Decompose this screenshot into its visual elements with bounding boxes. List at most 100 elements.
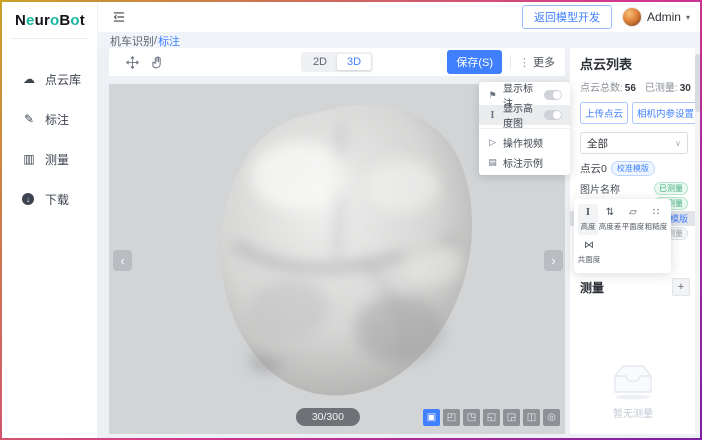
tool-label: 高度 bbox=[581, 221, 596, 232]
menu-item-tutorial-video[interactable]: ▷ 操作视频 bbox=[479, 132, 570, 152]
cloud-icon: ☁ bbox=[22, 72, 36, 86]
sidebar-item-pointcloud-library[interactable]: ☁ 点云库 bbox=[2, 59, 97, 99]
toolbar-right: 保存(S) ⋮ 更多 bbox=[447, 50, 559, 74]
chevron-left-icon: ‹ bbox=[120, 253, 124, 268]
view-preset-strip: ▣ ◰ ◳ ◱ ◲ ◫ ◎ bbox=[423, 409, 560, 426]
sidebar-item-label: 下载 bbox=[45, 191, 69, 208]
empty-state-text: 暂无测量 bbox=[613, 405, 653, 420]
pan-move-icon[interactable] bbox=[125, 55, 140, 70]
filter-select[interactable]: 全部 ∨ bbox=[580, 132, 688, 154]
neurobot-app: NeuroBot ☁ 点云库 ✎ 标注 ▥ 测量 ↓ 下载 bbox=[2, 2, 700, 438]
user-menu[interactable]: Admin ▾ bbox=[622, 7, 690, 27]
view-back-button[interactable]: ◳ bbox=[463, 409, 480, 426]
tool-label: 粗糙度 bbox=[645, 221, 668, 232]
hand-grab-icon[interactable] bbox=[150, 55, 165, 70]
pointcloud-group[interactable]: 点云0 校准模版 bbox=[580, 161, 688, 176]
view-top-button[interactable]: ◫ bbox=[523, 409, 540, 426]
empty-state: 暂无测量 bbox=[570, 361, 696, 420]
toggle-knob bbox=[553, 111, 561, 119]
menu-fold-icon[interactable] bbox=[112, 10, 126, 24]
group-name: 点云0 bbox=[580, 161, 607, 176]
logo-segment: t bbox=[80, 12, 85, 29]
image-icon: ▤ bbox=[487, 157, 498, 168]
add-measure-button[interactable]: + bbox=[672, 278, 690, 296]
prev-frame-button[interactable]: ‹ bbox=[113, 250, 132, 271]
image-name: 图片名称 bbox=[580, 181, 620, 196]
logo-segment: B bbox=[59, 12, 70, 29]
tooth-mesh[interactable] bbox=[194, 94, 494, 414]
tool-roughness[interactable]: ∷ 粗糙度 bbox=[645, 204, 667, 235]
sidebar-item-label: 标注 bbox=[45, 111, 69, 128]
view-reset-button[interactable]: ◎ bbox=[543, 409, 560, 426]
view-front-button[interactable]: ◰ bbox=[443, 409, 460, 426]
camera-intrinsics-button[interactable]: 相机内参设置 bbox=[632, 102, 699, 124]
app-logo: NeuroBot bbox=[2, 2, 97, 29]
user-name: Admin bbox=[647, 10, 681, 24]
more-button[interactable]: ⋮ 更多 bbox=[519, 54, 559, 70]
roughness-icon: ∷ bbox=[653, 207, 659, 219]
list-item[interactable]: 图片名称 已测量 bbox=[580, 181, 688, 196]
target-icon: ◎ bbox=[547, 412, 556, 423]
tool-label: 共面度 bbox=[578, 254, 601, 265]
panel-buttons: 上传点云 相机内参设置 bbox=[580, 102, 688, 124]
cube-wire-icon: ◫ bbox=[527, 412, 536, 423]
sidebar-item-measure[interactable]: ▥ 测量 bbox=[2, 139, 97, 179]
caret-down-icon: ▾ bbox=[686, 13, 690, 22]
show-heightmap-toggle[interactable] bbox=[544, 110, 562, 120]
toolbar-divider bbox=[510, 55, 511, 69]
frame-pager: 30/300 bbox=[296, 408, 360, 426]
view-left-button[interactable]: ◱ bbox=[483, 409, 500, 426]
scrollbar-thumb[interactable] bbox=[695, 54, 700, 112]
next-frame-button[interactable]: › bbox=[544, 250, 563, 271]
topbar-right: 返回模型开发 Admin ▾ bbox=[522, 5, 690, 29]
chevron-down-icon: ∨ bbox=[675, 139, 681, 148]
show-annotation-toggle[interactable] bbox=[544, 90, 562, 100]
coplanarity-icon: ⋈ bbox=[584, 240, 594, 252]
canvas-toolbar: 2D 3D 保存(S) ⋮ 更多 bbox=[109, 48, 565, 76]
back-to-model-dev-button[interactable]: 返回模型开发 bbox=[522, 5, 612, 29]
breadcrumb-parent[interactable]: 机车识别 bbox=[110, 33, 154, 49]
sidebar-item-annotation[interactable]: ✎ 标注 bbox=[2, 99, 97, 139]
logo-gear-o2: o bbox=[70, 12, 79, 29]
topbar: 返回模型开发 Admin ▾ bbox=[98, 2, 700, 32]
more-dropdown-menu: ⚑ 显示标注 I 显示高度图 ▷ 操作视频 ▤ 标注示例 bbox=[479, 82, 570, 175]
tab-3d[interactable]: 3D bbox=[337, 54, 371, 70]
logo-gear-e: e bbox=[26, 12, 35, 29]
tool-height-diff[interactable]: ⇅ 高度差 bbox=[599, 204, 621, 235]
tool-label: 平面度 bbox=[622, 221, 645, 232]
menu-item-show-heightmap[interactable]: I 显示高度图 bbox=[479, 105, 570, 125]
tool-height[interactable]: I 高度 bbox=[578, 204, 598, 235]
menu-item-label: 显示高度图 bbox=[503, 100, 539, 130]
status-badge: 已测量 bbox=[654, 182, 688, 195]
tool-label: 高度差 bbox=[599, 221, 622, 232]
height-diff-icon: ⇅ bbox=[606, 207, 614, 219]
sidebar-item-download[interactable]: ↓ 下载 bbox=[2, 179, 97, 219]
total-stat: 点云总数:56 bbox=[580, 79, 636, 94]
tool-flatness[interactable]: ▱ 平面度 bbox=[622, 204, 644, 235]
panel-stats: 点云总数:56 已测量:30 bbox=[580, 79, 688, 94]
sidebar-item-label: 测量 bbox=[45, 151, 69, 168]
save-button[interactable]: 保存(S) bbox=[447, 50, 502, 74]
view-mode-segmented: 2D 3D bbox=[301, 52, 373, 72]
height-icon: I bbox=[586, 207, 590, 219]
breadcrumb-current: 标注 bbox=[158, 33, 180, 49]
breadcrumb-separator: / bbox=[154, 35, 157, 47]
measure-icon: ▥ bbox=[22, 152, 36, 166]
cube-wire-icon: ◲ bbox=[507, 412, 516, 423]
cube-solid-icon: ▣ bbox=[427, 412, 436, 423]
view-default-button[interactable]: ▣ bbox=[423, 409, 440, 426]
cube-wire-icon: ◳ bbox=[467, 412, 476, 423]
empty-box-icon bbox=[608, 361, 658, 401]
menu-item-label: 操作视频 bbox=[503, 135, 543, 150]
chevron-right-icon: › bbox=[551, 253, 555, 268]
menu-item-annotation-example[interactable]: ▤ 标注示例 bbox=[479, 152, 570, 172]
view-right-button[interactable]: ◲ bbox=[503, 409, 520, 426]
sidebar-nav: ☁ 点云库 ✎ 标注 ▥ 测量 ↓ 下载 bbox=[2, 59, 97, 219]
tab-2d[interactable]: 2D bbox=[303, 54, 337, 70]
measure-section-header: 测量 + bbox=[580, 278, 690, 296]
panel-title: 点云列表 bbox=[580, 54, 688, 73]
upload-pointcloud-button[interactable]: 上传点云 bbox=[580, 102, 628, 124]
pointcloud-panel: 点云列表 点云总数:56 已测量:30 上传点云 相机内参设置 全部 ∨ 点云0… bbox=[570, 48, 696, 434]
tools-row-2: ⋈ 共面度 bbox=[578, 237, 667, 268]
tool-coplanarity[interactable]: ⋈ 共面度 bbox=[578, 237, 600, 268]
